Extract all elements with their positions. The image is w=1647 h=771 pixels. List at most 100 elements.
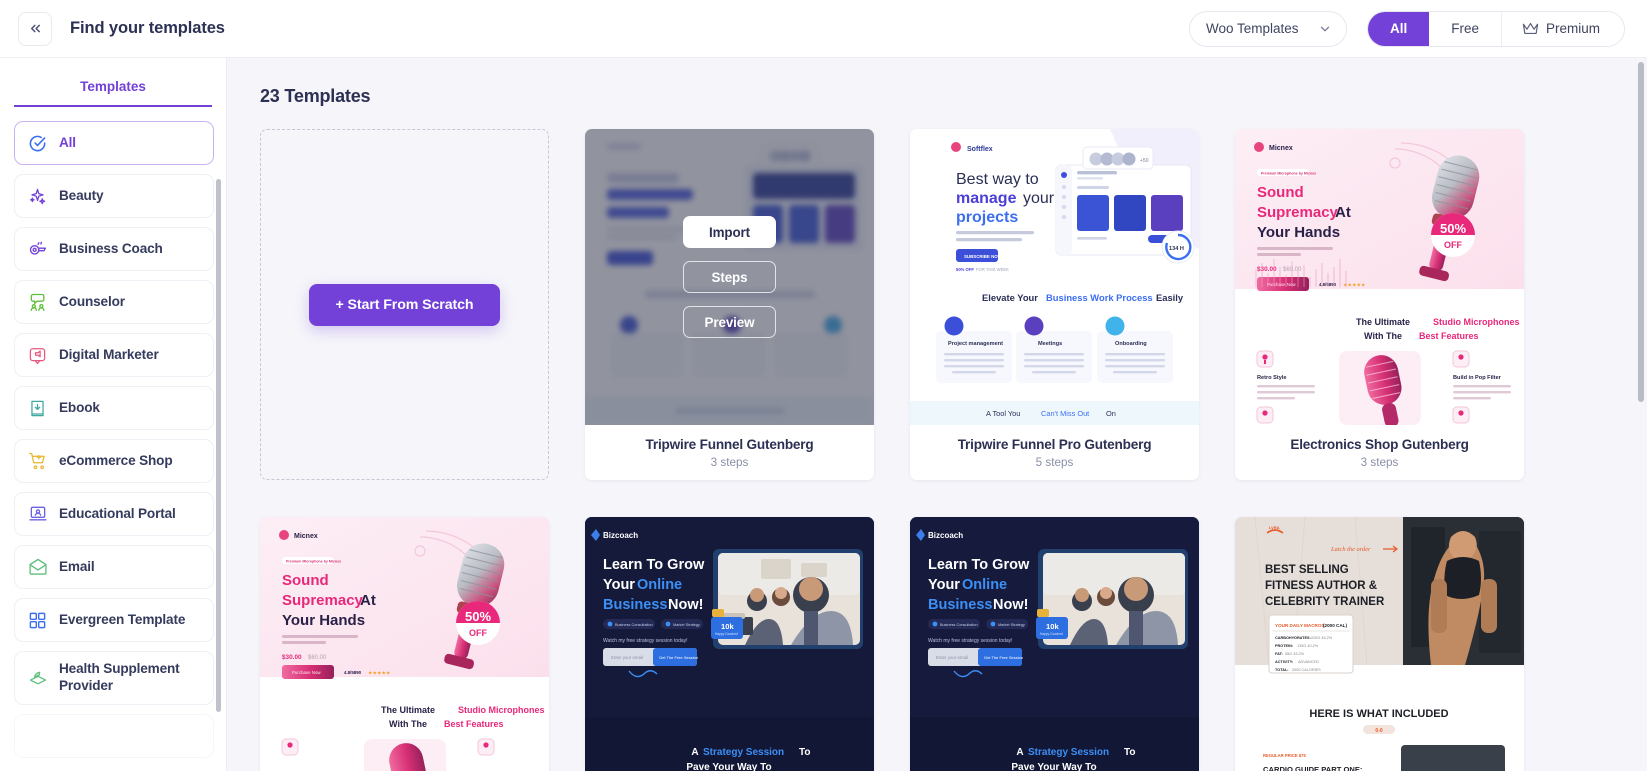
svg-text:Bizcoach: Bizcoach: [928, 531, 963, 540]
preview-button[interactable]: Preview: [683, 306, 776, 338]
svg-text:Build in Pop Filter: Build in Pop Filter: [1453, 375, 1502, 381]
svg-text:Enter your email: Enter your email: [936, 655, 968, 660]
svg-text:Online: Online: [962, 577, 1007, 593]
svg-text:The Ultimate: The Ultimate: [381, 705, 435, 715]
template-card[interactable]: Import Steps Preview Tripwire Funnel Gut…: [585, 129, 874, 480]
svg-text:Premium Microphone by Micnex: Premium Microphone by Micnex: [1261, 172, 1316, 176]
book-download-icon: [27, 398, 48, 419]
sidebar-item-ecommerce-shop[interactable]: eCommerce Shop: [14, 439, 214, 483]
sidebar-item-ebook[interactable]: Ebook: [14, 386, 214, 430]
template-card[interactable]: Softflex Best way to manage your project…: [910, 129, 1199, 480]
sidebar-item-health-supplement-provider[interactable]: Health Supplement Provider: [14, 651, 214, 705]
sidebar-item-label: Educational Portal: [59, 505, 176, 521]
template-card-footer: Tripwire Funnel Pro Gutenberg 5 steps: [910, 425, 1199, 480]
template-card[interactable]: Bizcoach Learn To Grow Your Online Busin…: [585, 517, 874, 771]
svg-text:Sound: Sound: [1257, 184, 1304, 201]
svg-text:To: To: [1124, 747, 1135, 758]
svg-text:projects: projects: [956, 209, 1018, 226]
svg-text:135G 40.2%: 135G 40.2%: [1297, 644, 1319, 648]
template-name: Tripwire Funnel Gutenberg: [645, 436, 814, 452]
svg-text:SUBSCRIBE NOW: SUBSCRIBE NOW: [964, 254, 1003, 259]
svg-text:Business Consultation: Business Consultation: [940, 623, 978, 627]
svg-text:+50: +50: [1140, 158, 1149, 164]
svg-text:10k: 10k: [1046, 622, 1059, 631]
filter-all-button[interactable]: All: [1367, 11, 1430, 46]
sidebar-item-all[interactable]: All: [14, 121, 214, 165]
template-thumbnail: Bizcoach Learn To Grow Your Online Busin…: [910, 517, 1199, 771]
import-button[interactable]: Import: [683, 216, 776, 248]
svg-text:50%: 50%: [1440, 221, 1466, 236]
svg-text:Project management: Project management: [948, 341, 1003, 347]
svg-text:your: your: [1023, 190, 1055, 207]
svg-text:Best Features: Best Features: [1419, 331, 1479, 341]
svg-text:Sound: Sound: [282, 572, 329, 589]
template-thumbnail: LVRA Latch the order BEST SELLING FITNES…: [1235, 517, 1524, 771]
sidebar-scrollbar[interactable]: [216, 179, 221, 771]
svg-text:BEST SELLING: BEST SELLING: [1265, 564, 1349, 576]
sidebar-item-educational-portal[interactable]: Educational Portal: [14, 492, 214, 536]
main-scrollbar[interactable]: [1638, 58, 1644, 771]
filter-all-label: All: [1389, 21, 1408, 36]
template-card[interactable]: Bizcoach Learn To Grow Your Online Busin…: [910, 517, 1199, 771]
main-scrollbar-thumb[interactable]: [1638, 62, 1644, 402]
template-card[interactable]: Micnex Premium Microphone by Micnex Soun…: [260, 517, 549, 771]
template-name: Tripwire Funnel Pro Gutenberg: [957, 436, 1152, 452]
svg-text:Strategy Session: Strategy Session: [1028, 747, 1109, 758]
leaf-box-icon: [27, 668, 48, 689]
template-thumbnail: Micnex Premium Microphone by Micnex Soun…: [260, 517, 549, 771]
svg-text:0-0: 0-0: [1375, 728, 1382, 734]
microphone-artwork: Micnex Premium Microphone by Micnex Soun…: [260, 517, 549, 771]
svg-text:$60.00: $60.00: [308, 655, 327, 661]
tab-templates[interactable]: Templates: [14, 72, 212, 107]
svg-text:On: On: [1106, 409, 1116, 418]
start-from-scratch-card[interactable]: + Start From Scratch: [260, 129, 549, 480]
template-browser: 23 Templates + Start From Scratch Import…: [227, 58, 1647, 771]
sparkles-icon: [27, 186, 48, 207]
softflex-pro-artwork: Softflex Best way to manage your project…: [910, 129, 1199, 425]
svg-text:To: To: [799, 747, 810, 758]
svg-text:Micnex: Micnex: [294, 533, 318, 540]
chevron-down-icon: [1318, 22, 1332, 36]
template-source-dropdown[interactable]: Woo Templates: [1188, 10, 1347, 47]
svg-text:Now!: Now!: [668, 597, 703, 613]
svg-text:Pave Your Way To: Pave Your Way To: [1011, 762, 1096, 771]
filter-free-label: Free: [1451, 21, 1479, 36]
sidebar-scrollbar-thumb[interactable]: [216, 179, 221, 712]
svg-text:At: At: [1335, 204, 1351, 221]
svg-text:Retro Style: Retro Style: [1257, 375, 1287, 381]
svg-text:Supremacy: Supremacy: [282, 592, 364, 609]
svg-text:(2000 CAL): (2000 CAL): [1323, 623, 1347, 628]
svg-text:Get The Free Session: Get The Free Session: [659, 655, 698, 660]
sidebar-item-counselor[interactable]: Counselor: [14, 280, 214, 324]
svg-text:Studio Microphones: Studio Microphones: [458, 705, 545, 715]
template-card[interactable]: Micnex Premium Microphone by Micnex Soun…: [1235, 129, 1524, 480]
chat-megaphone-icon: [27, 345, 48, 366]
svg-text:FAT:: FAT:: [1275, 652, 1283, 656]
filter-free-button[interactable]: Free: [1429, 11, 1502, 46]
svg-text:LVRA: LVRA: [1269, 525, 1280, 530]
svg-text:Get The Free Session: Get The Free Session: [984, 655, 1023, 660]
start-from-scratch-button[interactable]: + Start From Scratch: [308, 283, 501, 326]
filter-premium-button[interactable]: Premium: [1501, 11, 1624, 46]
sidebar-item-business-coach[interactable]: Business Coach: [14, 227, 214, 271]
chevrons-left-icon: [28, 21, 43, 36]
svg-text:Business Consultation: Business Consultation: [615, 623, 653, 627]
sidebar-item-digital-marketer[interactable]: Digital Marketer: [14, 333, 214, 377]
sidebar-collapse-button[interactable]: [18, 11, 52, 46]
sidebar-item-email[interactable]: Email: [14, 545, 214, 589]
steps-button[interactable]: Steps: [683, 261, 776, 293]
sidebar-item-beauty[interactable]: Beauty: [14, 174, 214, 218]
svg-text:The Ultimate: The Ultimate: [1356, 317, 1410, 327]
svg-text:manage: manage: [956, 190, 1017, 207]
svg-text:Purchase Now: Purchase Now: [292, 670, 321, 675]
svg-text:A: A: [691, 747, 698, 758]
svg-text:Business Work Process: Business Work Process: [1046, 292, 1153, 303]
template-thumbnail: Import Steps Preview: [585, 129, 874, 425]
template-card[interactable]: LVRA Latch the order BEST SELLING FITNES…: [1235, 517, 1524, 771]
svg-text:Your Hands: Your Hands: [1257, 224, 1340, 241]
svg-text:Easily: Easily: [1156, 292, 1184, 303]
svg-text:Your Hands: Your Hands: [282, 612, 365, 629]
svg-text:Business: Business: [928, 597, 992, 613]
sidebar-item-evergreen-template[interactable]: Evergreen Template: [14, 598, 214, 642]
sidebar-item-partial[interactable]: [14, 714, 214, 758]
